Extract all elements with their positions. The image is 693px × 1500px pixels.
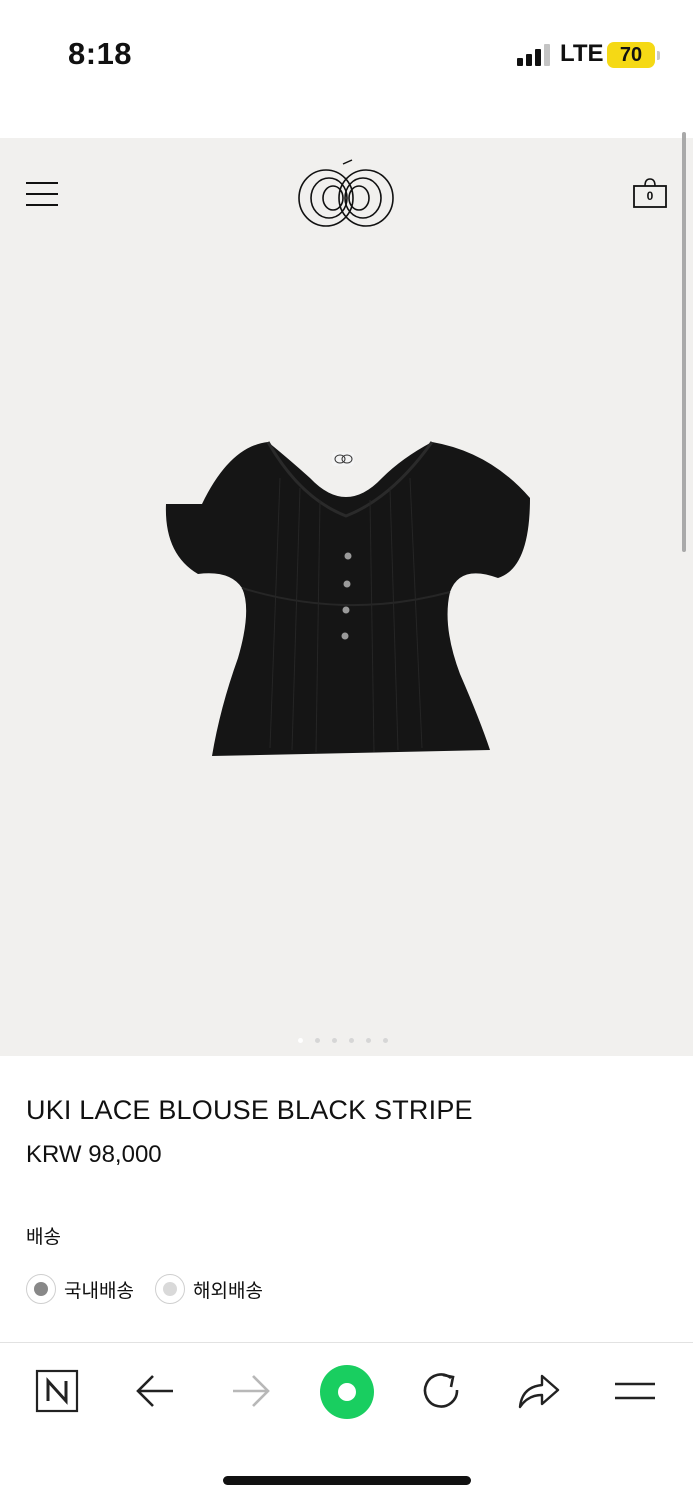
green-circle-icon[interactable] — [319, 1364, 375, 1420]
gallery-pagination[interactable] — [298, 1038, 388, 1044]
shipping-option-label: 해외배송 — [193, 1280, 263, 1302]
status-time: 8:18 — [68, 36, 133, 71]
pagination-dot[interactable] — [383, 1038, 388, 1043]
battery-cap — [657, 51, 660, 60]
share-icon[interactable] — [514, 1366, 564, 1416]
network-type: LTE — [560, 40, 604, 67]
radio-unselected-icon[interactable] — [155, 1274, 185, 1304]
back-arrow-icon[interactable] — [130, 1366, 180, 1416]
pagination-dot[interactable] — [315, 1038, 320, 1043]
cart-count: 0 — [646, 189, 654, 203]
battery-level: 70 — [607, 42, 655, 68]
home-indicator[interactable] — [223, 1476, 471, 1485]
page-scrollbar[interactable] — [682, 132, 686, 552]
product-photo — [165, 441, 530, 756]
pagination-dot[interactable] — [332, 1038, 337, 1043]
naver-home-icon[interactable] — [32, 1366, 82, 1416]
product-price: KRW 98,000 — [26, 1141, 162, 1168]
brand-logo-icon[interactable] — [296, 158, 396, 230]
status-bar: 8:18 LTE 70 — [0, 0, 693, 110]
shipping-option-overseas[interactable]: 해외배송 — [155, 1272, 263, 1306]
pagination-dot[interactable] — [298, 1038, 303, 1043]
hamburger-menu-icon[interactable] — [26, 182, 58, 208]
pagination-dot[interactable] — [349, 1038, 354, 1043]
pagination-dot[interactable] — [366, 1038, 371, 1043]
product-title: UKI LACE BLOUSE BLACK STRIPE — [26, 1095, 473, 1125]
shipping-label: 배송 — [26, 1227, 61, 1248]
shipping-option-label: 국내배송 — [64, 1280, 134, 1302]
radio-selected-icon[interactable] — [26, 1274, 56, 1304]
menu-icon[interactable] — [610, 1366, 660, 1416]
forward-arrow-icon[interactable] — [226, 1366, 276, 1416]
reload-icon[interactable] — [417, 1366, 467, 1416]
signal-strength-icon — [517, 44, 550, 66]
shipping-option-domestic[interactable]: 국내배송 — [26, 1272, 134, 1306]
